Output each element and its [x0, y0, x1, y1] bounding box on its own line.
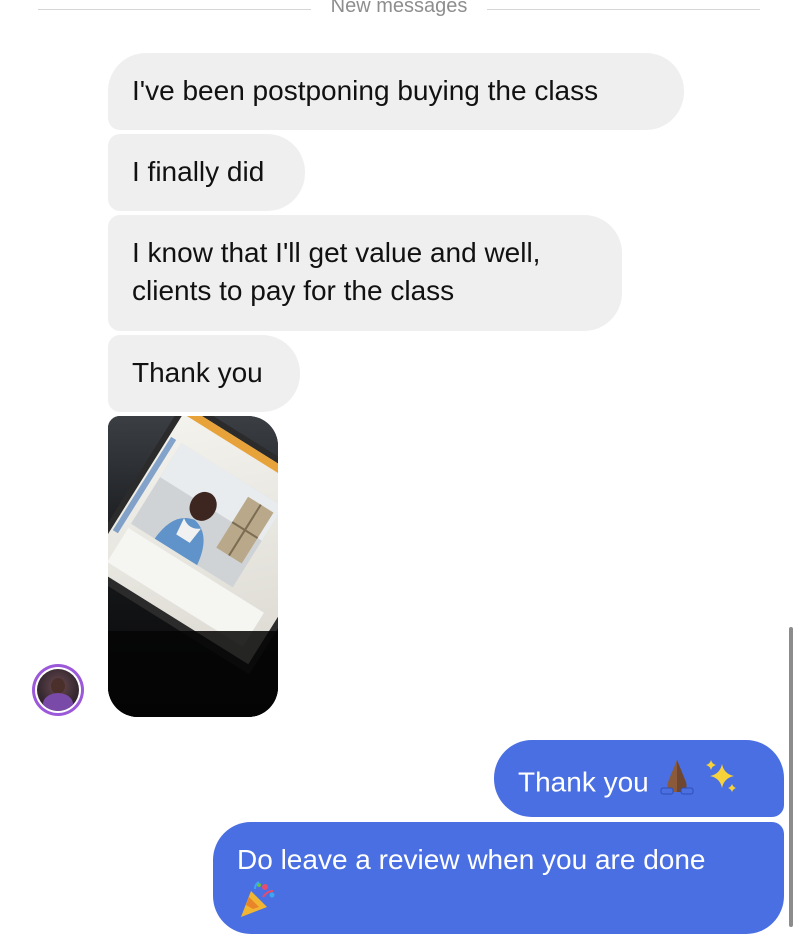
- new-messages-divider: New messages: [38, 0, 760, 18]
- avatar-body: [43, 693, 73, 711]
- photo-attachment[interactable]: [108, 416, 278, 717]
- incoming-message[interactable]: Thank you: [108, 335, 300, 412]
- chat-screen: New messages I've been postponing buying…: [0, 0, 800, 934]
- photo-image: [108, 416, 278, 717]
- outgoing-message-text: Thank you: [518, 766, 649, 798]
- avatar-face: [51, 678, 65, 694]
- outgoing-message[interactable]: Thank you: [494, 740, 784, 817]
- avatar-image: [37, 669, 79, 711]
- sender-avatar[interactable]: [32, 664, 84, 716]
- outgoing-message-text: Do leave a review when you are done: [237, 844, 706, 875]
- sparkles-icon: [704, 758, 738, 804]
- new-messages-label: New messages: [330, 0, 468, 17]
- divider-line-left: [38, 8, 311, 10]
- party-popper-icon: [237, 881, 277, 931]
- divider-line-right: [487, 8, 760, 10]
- folded-hands-icon: [657, 756, 697, 806]
- scrollbar[interactable]: [789, 627, 793, 927]
- avatar-ring: [35, 667, 81, 713]
- outgoing-message[interactable]: Do leave a review when you are done: [213, 822, 784, 934]
- incoming-message[interactable]: I know that I'll get value and well, cli…: [108, 215, 622, 331]
- incoming-message[interactable]: I finally did: [108, 134, 305, 211]
- incoming-message[interactable]: I've been postponing buying the class: [108, 53, 684, 130]
